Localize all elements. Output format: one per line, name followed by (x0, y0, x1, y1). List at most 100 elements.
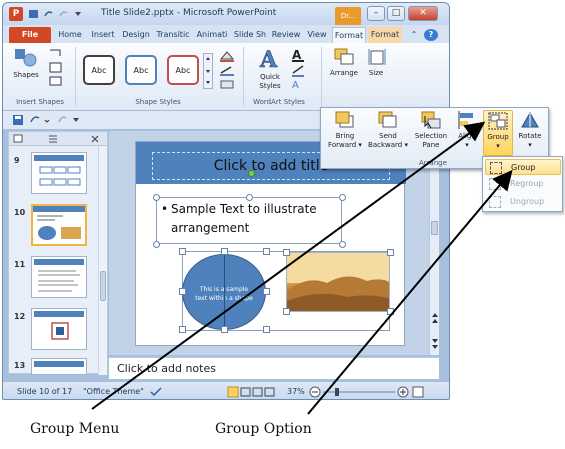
quick-styles-button[interactable]: Quick Styles (251, 73, 289, 91)
powerpoint-app-icon[interactable]: P (9, 7, 23, 21)
svg-text:A: A (292, 80, 299, 91)
group-separator (321, 47, 322, 107)
slide-number: 11 (14, 260, 26, 269)
tab-format-picture[interactable]: Format (368, 27, 402, 43)
title-bar: P Title Slide2.pptx - Microsoft PowerPoi… (3, 3, 449, 25)
resize-handle[interactable] (246, 194, 253, 201)
tab-transitions[interactable]: Transitic (154, 27, 192, 43)
resize-handle[interactable] (263, 326, 270, 333)
resize-handle[interactable] (339, 194, 346, 201)
tab-home[interactable]: Home (55, 27, 85, 43)
resize-handle[interactable] (339, 241, 346, 248)
panel-tabs-icons[interactable] (13, 134, 99, 144)
shape-style-black[interactable]: Abc (83, 55, 115, 85)
tab-slide-show[interactable]: Slide Sh (232, 27, 268, 43)
bullet-text-line: Sample Text to illustrate (171, 202, 317, 216)
group-separator (75, 47, 76, 107)
close-button[interactable]: ✕ (408, 6, 438, 21)
zoom-slider[interactable] (309, 386, 429, 398)
resize-handle[interactable] (387, 308, 394, 315)
slides-panel-scrollbar[interactable] (98, 146, 107, 375)
arrange-icon[interactable] (333, 47, 355, 67)
bullet-text-box[interactable]: • Sample Text to illustrate arrangement (156, 197, 342, 244)
bring-forward-button[interactable]: Bring Forward ▾ (325, 110, 365, 156)
size-button[interactable]: Size (363, 69, 389, 77)
resize-handle[interactable] (179, 288, 186, 295)
screenshot-root: P Title Slide2.pptx - Microsoft PowerPoi… (0, 0, 565, 449)
rotation-handle[interactable] (248, 170, 255, 177)
tab-review[interactable]: Review (270, 27, 302, 43)
tab-format-drawing[interactable]: Format (332, 27, 366, 43)
resize-handle[interactable] (283, 308, 290, 315)
desert-picture[interactable] (286, 252, 390, 312)
slide-thumbnail-12[interactable] (31, 308, 87, 350)
help-icon[interactable]: ? (424, 29, 438, 41)
ribbon-minimize-icon[interactable]: ⌃ (408, 27, 420, 43)
arrange-button[interactable]: Arrange (325, 69, 363, 77)
shapes-icon[interactable] (13, 47, 39, 69)
resize-handle[interactable] (221, 248, 228, 255)
slide-number: 10 (14, 208, 26, 217)
drawing-tools-context-tab[interactable]: Dr... (335, 7, 361, 25)
group-button[interactable]: Group ▾ (483, 110, 513, 156)
slide-thumbnail-13[interactable] (31, 358, 87, 375)
tab-view[interactable]: View (304, 27, 330, 43)
bring-forward-icon (335, 111, 354, 128)
send-backward-button[interactable]: Send Backward ▾ (367, 110, 409, 156)
resize-handle[interactable] (179, 248, 186, 255)
rotate-button[interactable]: Rotate ▾ (515, 110, 545, 156)
wordart-styles-group-label: WordArt Styles (253, 98, 305, 106)
notes-pane[interactable]: Click to add notes (109, 357, 439, 379)
minimize-button[interactable]: – (367, 6, 385, 21)
ribbon-tabs: File Home Insert Design Transitic Animat… (3, 25, 449, 43)
quick-styles-icon[interactable]: A (257, 46, 283, 72)
selection-pane-button[interactable]: Selection Pane (411, 110, 451, 156)
align-icon (458, 111, 473, 129)
shape-style-red[interactable]: Abc (167, 55, 199, 85)
slide-thumbnail-9[interactable] (31, 152, 87, 194)
shape-styles-group-label: Shape Styles (135, 98, 181, 106)
slide-thumbnail-10[interactable] (31, 204, 87, 246)
slide-thumbnail-11[interactable] (31, 256, 87, 298)
tab-design[interactable]: Design (120, 27, 152, 43)
bullet-text-line: arrangement (171, 221, 250, 235)
spell-check-icon[interactable] (149, 386, 163, 398)
resize-handle[interactable] (283, 249, 290, 256)
text-fill-outline-effects-icons[interactable]: A A (289, 47, 311, 91)
menu-item-ungroup[interactable]: Ungroup (485, 194, 561, 210)
bullet-icon: • (161, 202, 169, 216)
maximize-button[interactable]: □ (387, 6, 405, 21)
resize-handle[interactable] (263, 248, 270, 255)
zoom-level[interactable]: 37% (287, 382, 305, 399)
resize-handle[interactable] (153, 194, 160, 201)
desert-landscape-image (287, 253, 389, 311)
menu-item-group[interactable]: Group (485, 159, 561, 175)
tab-file[interactable]: File (9, 27, 51, 43)
size-icon[interactable] (367, 47, 387, 67)
tab-insert[interactable]: Insert (87, 27, 119, 43)
edit-shape-icons[interactable] (47, 47, 65, 89)
thumbnail-image (51, 322, 69, 340)
shapes-button[interactable]: Shapes (9, 71, 43, 79)
regroup-icon (489, 178, 501, 190)
align-button[interactable]: Align ▾ (453, 110, 481, 156)
send-backward-icon (378, 111, 397, 128)
prev-next-slide-icons[interactable] (430, 309, 440, 353)
slide-number: 13 (14, 361, 26, 370)
menu-item-regroup[interactable]: Regroup (485, 176, 561, 192)
resize-handle[interactable] (263, 288, 270, 295)
callout-group-menu: Group Menu (30, 421, 120, 437)
styles-scroll-icon[interactable] (203, 53, 213, 89)
save-undo-redo-icons[interactable] (11, 113, 81, 127)
group-icon (490, 162, 502, 174)
view-buttons-icons[interactable] (227, 386, 277, 398)
selection-pane-icon (421, 111, 441, 129)
resize-handle[interactable] (387, 249, 394, 256)
shape-style-blue[interactable]: Abc (125, 55, 157, 85)
tab-animations[interactable]: Animati (194, 27, 230, 43)
resize-handle[interactable] (153, 241, 160, 248)
shape-fill-outline-effects-icons[interactable] (217, 49, 239, 91)
group-icon (488, 112, 508, 130)
resize-handle[interactable] (179, 326, 186, 333)
resize-handle[interactable] (221, 326, 228, 333)
